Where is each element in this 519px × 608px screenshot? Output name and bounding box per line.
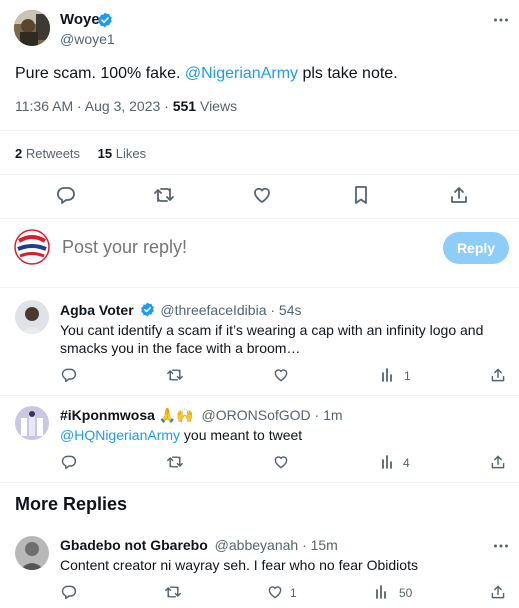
- heart-icon[interactable]: [252, 185, 272, 205]
- reply-avatar[interactable]: [15, 536, 49, 570]
- likes-count: 15: [97, 146, 113, 161]
- reply-text: Content creator ni wayray seh. I fear wh…: [60, 557, 418, 573]
- verified-badge-icon: [97, 12, 113, 28]
- share-icon[interactable]: [449, 185, 469, 205]
- views-label: Views: [196, 98, 238, 114]
- views-count: 1: [404, 369, 411, 383]
- divider: [0, 130, 519, 131]
- retweets-label: Retweets: [22, 146, 81, 161]
- retweets-stat[interactable]: 2 Retweets: [15, 146, 80, 161]
- reply-author-handle[interactable]: @threefaceIdibia · 54s: [160, 302, 301, 318]
- reply-avatar[interactable]: [15, 406, 49, 440]
- more-icon[interactable]: [493, 538, 509, 554]
- reply-input[interactable]: [62, 237, 422, 258]
- mention-link[interactable]: @HQNigerianArmy: [60, 427, 180, 443]
- divider: [0, 482, 519, 483]
- likes-label: Likes: [112, 146, 147, 161]
- author-handle[interactable]: @woye1: [60, 31, 115, 47]
- retweet-icon[interactable]: [153, 185, 175, 205]
- tweet-time[interactable]: 11:36 AM · Aug 3, 2023 ·: [15, 98, 173, 114]
- divider: [0, 395, 519, 396]
- reply-author-name[interactable]: Agba Voter: [60, 302, 134, 318]
- share-icon[interactable]: [490, 454, 506, 470]
- divider: [0, 287, 519, 288]
- reply-header: Gbadebo not Gbarebo @abbeyanah · 15m: [60, 537, 338, 553]
- views-count: 50: [399, 586, 413, 600]
- retweet-icon[interactable]: [166, 367, 184, 383]
- share-icon[interactable]: [490, 367, 506, 383]
- reply-icon[interactable]: [61, 367, 77, 383]
- engagement-stats: 2 Retweets 15 Likes: [15, 146, 146, 161]
- likes-count: 1: [290, 586, 297, 600]
- more-replies-heading: More Replies: [15, 494, 128, 514]
- user-avatar[interactable]: [14, 229, 50, 265]
- reply-avatar[interactable]: [15, 300, 49, 334]
- retweet-icon[interactable]: [166, 454, 184, 470]
- reply-icon[interactable]: [56, 185, 76, 205]
- reply-header: #iKponmwosa 🙏🙌 @ORONSofGOD · 1m: [60, 407, 343, 424]
- tweet-text: Pure scam. 100% fake. @NigerianArmy pls …: [15, 64, 398, 84]
- reply-author-handle[interactable]: @ORONSofGOD · 1m: [202, 407, 343, 423]
- author-avatar[interactable]: [14, 10, 50, 46]
- reply-author-name[interactable]: Gbadebo not Gbarebo: [60, 537, 208, 553]
- views-count: 551: [172, 98, 197, 114]
- tweet-text-part: Pure scam. 100% fake.: [15, 65, 185, 82]
- heart-icon[interactable]: [273, 454, 289, 470]
- bookmark-icon[interactable]: [352, 185, 370, 205]
- reply-button[interactable]: Reply: [443, 232, 509, 264]
- reply-icon[interactable]: [61, 584, 77, 600]
- tweet-text-part: pls take note.: [298, 65, 398, 82]
- views-icon[interactable]: [381, 454, 395, 470]
- more-icon[interactable]: [493, 12, 509, 28]
- author-name[interactable]: Woye: [60, 11, 100, 28]
- share-icon[interactable]: [490, 584, 506, 600]
- reply-text: @HQNigerianArmy you meant to tweet: [60, 426, 500, 444]
- divider: [0, 174, 519, 175]
- reply-icon[interactable]: [61, 454, 77, 470]
- likes-stat[interactable]: 15 Likes: [98, 146, 146, 161]
- reply-author-name[interactable]: #iKponmwosa 🙏🙌: [60, 407, 194, 423]
- views-count: 4: [403, 456, 410, 470]
- divider: [0, 218, 519, 219]
- reply-header: Agba Voter @threefaceIdibia · 54s: [60, 302, 302, 318]
- tweet-meta: 11:36 AM · Aug 3, 2023 · 551 Views: [15, 98, 237, 114]
- heart-icon[interactable]: [273, 367, 289, 383]
- reply-text: You cant identify a scam if it’s wearing…: [60, 322, 484, 356]
- reply-author-handle[interactable]: @abbeyanah · 15m: [215, 537, 338, 553]
- reply-text-part: you meant to tweet: [180, 427, 303, 443]
- mention-link[interactable]: @NigerianArmy: [185, 65, 298, 82]
- heart-icon[interactable]: [267, 584, 283, 600]
- retweet-icon[interactable]: [164, 584, 182, 600]
- views-icon[interactable]: [375, 584, 389, 600]
- verified-badge-icon: [140, 302, 155, 317]
- views-icon[interactable]: [381, 367, 395, 383]
